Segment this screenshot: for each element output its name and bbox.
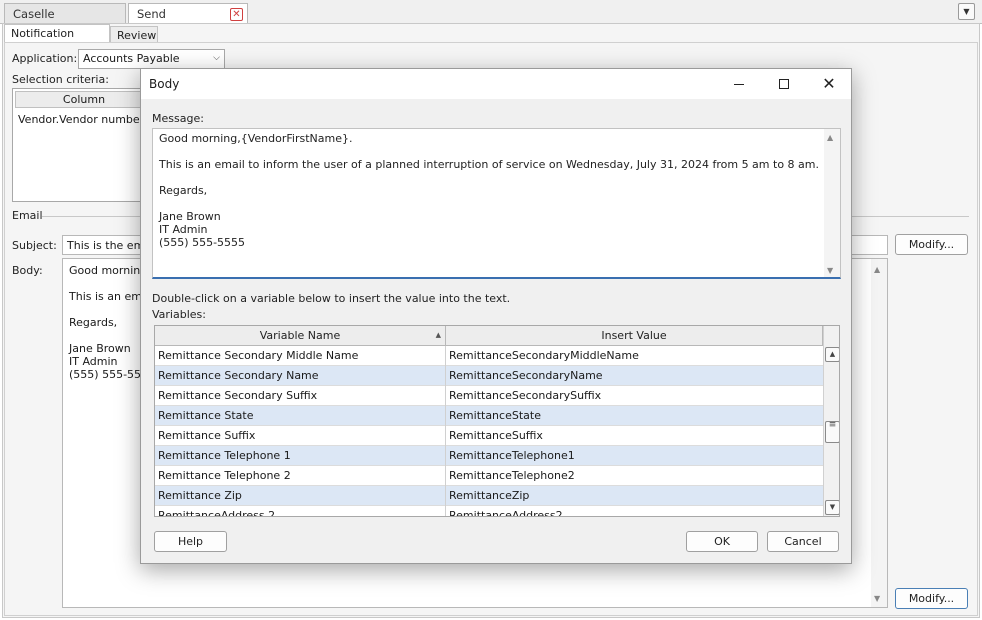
variable-name-cell: Remittance Secondary Name — [155, 366, 446, 386]
column-header-insert-value[interactable]: Insert Value — [446, 326, 823, 346]
body-dialog: Body ✕ Message: Good morning,{VendorFirs… — [140, 68, 852, 564]
application-value: Accounts Payable — [83, 52, 180, 65]
insert-value-cell: RemittanceSecondaryMiddleName — [449, 349, 639, 362]
selection-criteria-grid[interactable]: Column Vendor.Vendor number — [12, 88, 156, 202]
body-scrollbar[interactable]: ▲ ▼ — [871, 259, 887, 607]
variable-name-cell: Remittance Secondary Middle Name — [155, 346, 446, 366]
scroll-thumb[interactable]: ≡ — [825, 421, 839, 443]
variable-name-cell: Remittance Suffix — [155, 426, 446, 446]
insert-value-cell: RemittanceSuffix — [449, 429, 543, 442]
message-scrollbar[interactable]: ▲ ▼ — [824, 129, 840, 277]
tab-label: Review — [117, 29, 157, 42]
table-row[interactable]: Remittance Telephone 1 RemittanceTelepho… — [155, 446, 823, 466]
table-row[interactable]: RemittanceAddress 2 RemittanceAddress2 — [155, 506, 823, 517]
header-label: Insert Value — [601, 329, 667, 342]
help-button[interactable]: Help — [154, 531, 227, 552]
table-row[interactable]: Remittance Secondary Middle Name Remitta… — [155, 346, 823, 366]
variable-name-cell: RemittanceAddress 2 — [155, 506, 446, 516]
close-icon[interactable]: ✕ — [811, 73, 847, 95]
scroll-up-icon[interactable]: ▲ — [827, 133, 833, 142]
maximize-icon[interactable] — [766, 73, 802, 95]
insert-value-cell: RemittanceState — [449, 409, 541, 422]
tab-notification-options[interactable]: Notification Options — [4, 24, 110, 53]
tab-caselle-connect[interactable]: Caselle Connect® — [4, 3, 126, 35]
scroll-down-icon[interactable]: ▼ — [874, 594, 880, 603]
selection-criteria-label: Selection criteria: — [12, 73, 109, 86]
instruction-text: Double-click on a variable below to inse… — [152, 292, 511, 305]
tab-send-notifications[interactable]: Send Notifications ✕ — [128, 3, 248, 35]
application-label: Application: — [12, 52, 78, 65]
sort-ascending-icon: ▲ — [435, 331, 441, 339]
variables-grid[interactable]: Variable Name ▲ Insert Value Remittance … — [154, 325, 840, 517]
message-label: Message: — [152, 112, 204, 125]
scroll-down-icon[interactable]: ▼ — [825, 500, 839, 515]
insert-value-cell: RemittanceTelephone1 — [449, 449, 575, 462]
insert-value-cell: RemittanceSecondaryName — [449, 369, 603, 382]
variables-label: Variables: — [152, 308, 206, 321]
application-select[interactable]: Accounts Payable ⌵ — [78, 49, 225, 69]
scroll-down-icon[interactable]: ▼ — [827, 266, 833, 275]
header-label: Variable Name — [259, 329, 341, 342]
table-row[interactable]: Remittance Secondary Name RemittanceSeco… — [155, 366, 823, 386]
column-header[interactable]: Column — [15, 91, 153, 108]
table-row[interactable]: Remittance Secondary Suffix RemittanceSe… — [155, 386, 823, 406]
table-row[interactable]: Remittance State RemittanceState — [155, 406, 823, 426]
cancel-button[interactable]: Cancel — [767, 531, 839, 552]
insert-value-cell: RemittanceSecondarySuffix — [449, 389, 602, 402]
dialog-title-bar: Body ✕ — [141, 69, 851, 99]
insert-value-cell: RemittanceZip — [449, 489, 530, 502]
scroll-up-icon[interactable]: ▲ — [874, 265, 880, 274]
variable-name-cell: Remittance Zip — [155, 486, 446, 506]
email-section-label: Email — [12, 209, 43, 222]
modify-body-button[interactable]: Modify... — [895, 588, 968, 609]
table-row[interactable]: Remittance Telephone 2 RemittanceTelepho… — [155, 466, 823, 486]
dialog-title: Body — [149, 77, 180, 91]
modify-subject-button[interactable]: Modify... — [895, 234, 968, 255]
insert-value-cell: RemittanceTelephone2 — [449, 469, 575, 482]
variable-name-cell: Remittance Telephone 2 — [155, 466, 446, 486]
variable-name-cell: Remittance Secondary Suffix — [155, 386, 446, 406]
table-row[interactable]: Remittance Suffix RemittanceSuffix — [155, 426, 823, 446]
insert-value-cell: RemittanceAddress2 — [449, 509, 563, 517]
chevron-down-icon[interactable]: ▼ — [958, 3, 975, 20]
variables-scrollbar[interactable]: ▲ ≡ ▼ — [823, 326, 839, 516]
close-tab-icon[interactable]: ✕ — [230, 8, 243, 21]
column-header-variable-name[interactable]: Variable Name ▲ — [155, 326, 446, 346]
variable-name-cell: Remittance State — [155, 406, 446, 426]
message-field[interactable]: Good morning,{VendorFirstName}. This is … — [152, 128, 841, 279]
table-row[interactable]: Remittance Zip RemittanceZip — [155, 486, 823, 506]
criteria-row[interactable]: Vendor.Vendor number — [18, 113, 144, 126]
subject-label: Subject: — [12, 239, 57, 252]
scroll-up-icon[interactable]: ▲ — [825, 347, 839, 362]
ok-button[interactable]: OK — [686, 531, 758, 552]
variable-name-cell: Remittance Telephone 1 — [155, 446, 446, 466]
chevron-down-icon: ⌵ — [213, 53, 220, 63]
message-text: Good morning,{VendorFirstName}. This is … — [159, 132, 819, 249]
minimize-icon[interactable] — [721, 73, 757, 95]
body-label: Body: — [12, 264, 43, 277]
